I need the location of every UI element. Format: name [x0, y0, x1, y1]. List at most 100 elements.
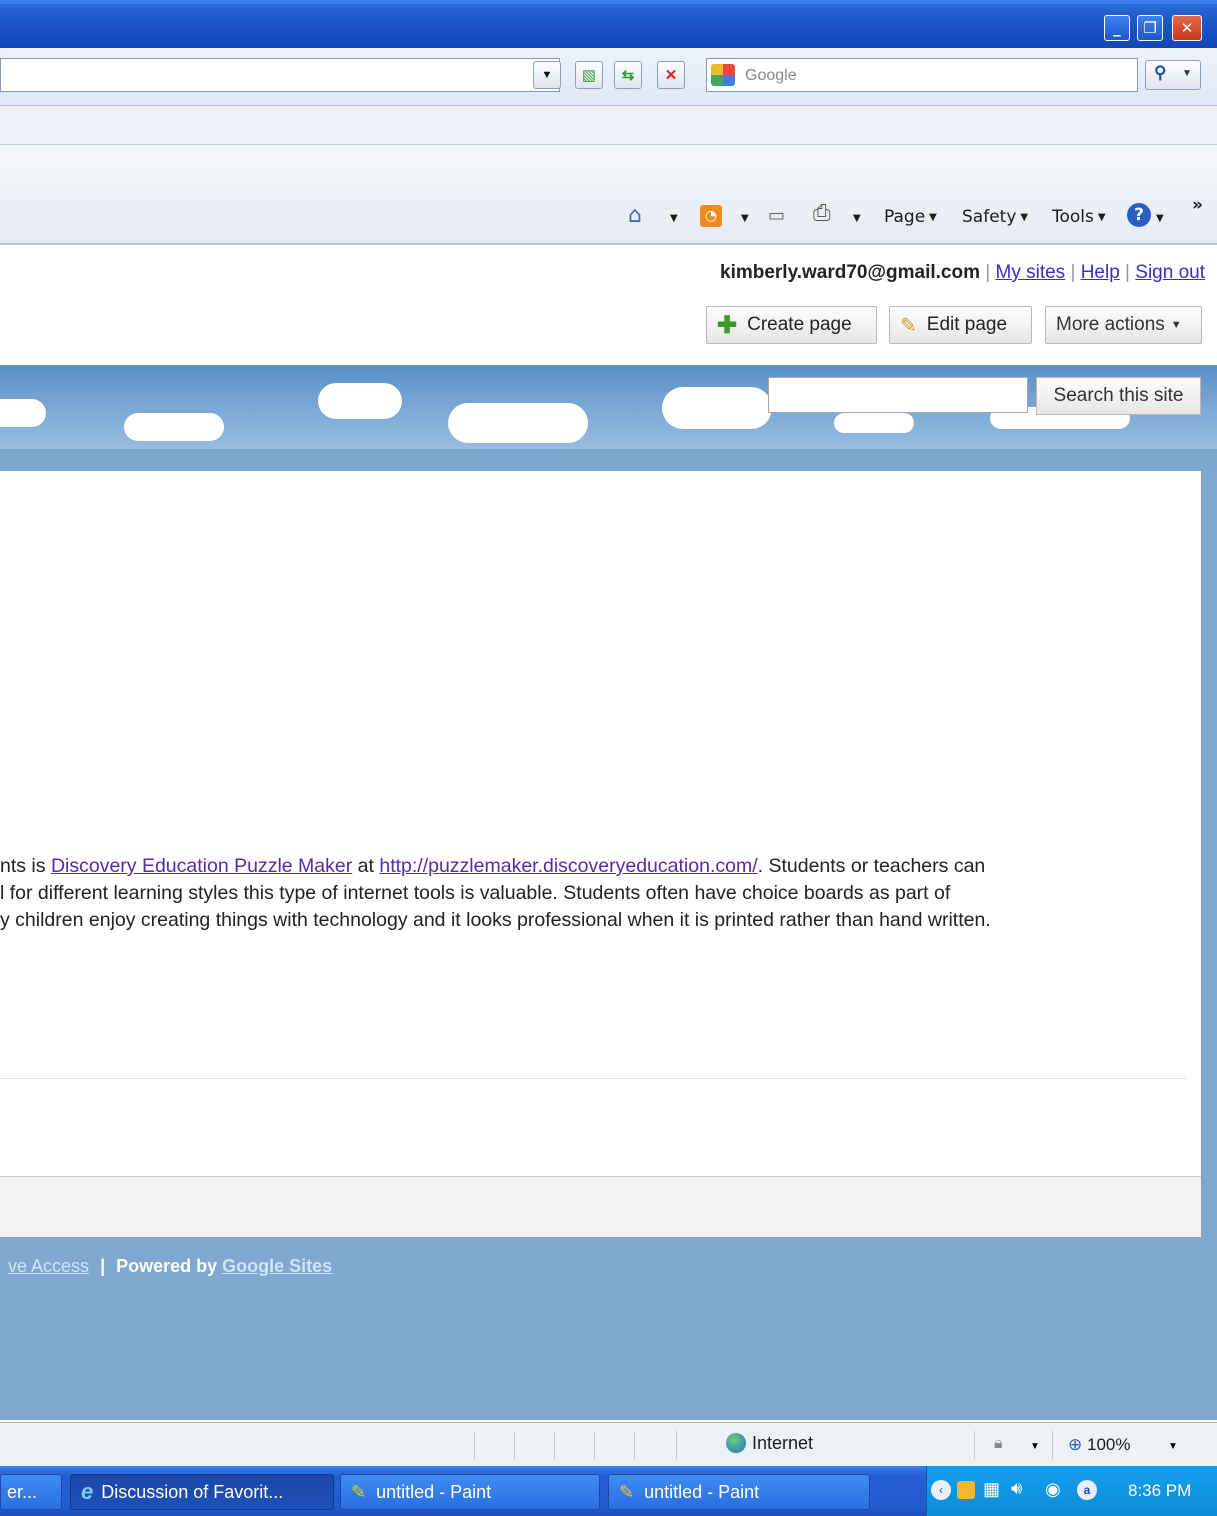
google-icon	[711, 64, 735, 86]
content-divider	[0, 1078, 1186, 1079]
separator: |	[100, 1256, 106, 1276]
separator: |	[1070, 262, 1076, 283]
edit-page-button[interactable]: ✎ Edit page	[889, 306, 1032, 344]
command-bar: ⌂ ▼ ◔ ▼ ▭ ⎙ ▼ Page ▼ Safety ▼ Tools ▼ ? ▼ »	[0, 145, 1217, 245]
restore-button[interactable]: ❐	[1137, 15, 1163, 41]
sign-out-link[interactable]: Sign out	[1135, 262, 1205, 283]
status-separator	[974, 1431, 975, 1459]
user-email: kimberly.ward70@gmail.com	[720, 262, 980, 283]
status-separator	[676, 1431, 677, 1459]
taskbar-item-label: er...	[7, 1481, 38, 1502]
google-sites-link[interactable]: Google Sites	[222, 1256, 332, 1276]
page-content: nts is Discovery Education Puzzle Maker …	[0, 471, 1202, 1237]
content-text: nts is	[0, 855, 51, 877]
more-actions-label: More actions	[1056, 314, 1165, 335]
chevron-down-icon: ▼	[1182, 68, 1192, 79]
search-placeholder: Google	[745, 67, 797, 84]
taskbar-item-label: untitled - Paint	[644, 1481, 760, 1502]
status-separator	[634, 1431, 635, 1459]
content-line: nts is Discovery Education Puzzle Maker …	[0, 855, 985, 878]
security-zone: Internet	[726, 1433, 813, 1454]
taskbar: er... e Discussion of Favorit... ✎ untit…	[0, 1466, 1217, 1516]
home-icon[interactable]: ⌂	[628, 203, 642, 228]
zoom-level[interactable]: ⊕ 100%	[1068, 1435, 1130, 1455]
close-button[interactable]: ✕	[1172, 15, 1202, 41]
protected-mode-icon[interactable]: 🔒︎	[994, 1435, 1003, 1453]
cloud-decoration	[448, 403, 588, 443]
protected-mode-dropdown-icon[interactable]: ▼	[1030, 1441, 1040, 1452]
header-wave	[0, 449, 1217, 471]
zoom-dropdown-icon[interactable]: ▼	[1168, 1441, 1178, 1452]
home-dropdown-icon[interactable]: ▼	[670, 213, 678, 224]
chevron-down-icon: ▼	[541, 69, 553, 81]
page-menu[interactable]: Page ▼	[884, 207, 937, 227]
tools-menu-label: Tools	[1052, 207, 1094, 227]
print-icon[interactable]: ⎙	[813, 201, 831, 226]
status-separator	[554, 1431, 555, 1459]
toolbar-overflow-chevron[interactable]: »	[1192, 195, 1203, 215]
plus-icon: ✚	[717, 311, 738, 339]
zoom-icon: ⊕	[1068, 1435, 1083, 1454]
create-page-label: Create page	[747, 314, 852, 335]
cloud-decoration	[0, 399, 46, 427]
content-text: at	[352, 855, 380, 877]
address-bar-row: ▼ ▧ ⇆ ✕ Google ⚲ ▼	[0, 48, 1217, 106]
compatibility-icon: ▧	[581, 67, 597, 84]
paint-icon: ✎	[619, 1481, 635, 1502]
rss-feed-icon[interactable]: ◔	[700, 205, 722, 227]
minimize-button[interactable]: _	[1104, 15, 1130, 41]
status-separator	[594, 1431, 595, 1459]
status-separator	[514, 1431, 515, 1459]
site-search-input[interactable]	[768, 377, 1028, 413]
feeds-dropdown-icon[interactable]: ▼	[741, 213, 749, 224]
refresh-button[interactable]: ⇆	[614, 61, 642, 89]
help-link[interactable]: Help	[1081, 262, 1120, 283]
help-dropdown-icon[interactable]: ▼	[1156, 213, 1164, 224]
address-dropdown-button[interactable]: ▼	[533, 61, 561, 89]
safety-menu[interactable]: Safety ▼	[962, 207, 1028, 227]
more-actions-button[interactable]: More actions ▼	[1045, 306, 1202, 344]
network-icon[interactable]: ▦	[983, 1479, 1000, 1500]
taskbar-item[interactable]: ✎ untitled - Paint	[608, 1474, 870, 1510]
my-sites-link[interactable]: My sites	[996, 262, 1066, 283]
print-dropdown-icon[interactable]: ▼	[853, 213, 861, 224]
taskbar-item-active[interactable]: e Discussion of Favorit...	[70, 1474, 334, 1510]
help-icon[interactable]: ?	[1127, 203, 1151, 227]
tools-menu[interactable]: Tools ▼	[1052, 207, 1106, 227]
puzzle-maker-link[interactable]: Discovery Education Puzzle Maker	[51, 855, 352, 877]
search-input[interactable]: Google	[706, 58, 1138, 92]
mail-icon[interactable]: ▭	[768, 205, 785, 226]
chevron-down-icon: ▼	[1170, 319, 1182, 331]
tray-status-icon[interactable]: ◉	[1045, 1479, 1061, 1500]
address-input[interactable]	[0, 58, 560, 92]
compatibility-view-button[interactable]: ▧	[575, 61, 603, 89]
taskbar-item[interactable]: er...	[0, 1474, 62, 1510]
stop-button[interactable]: ✕	[657, 61, 685, 89]
stop-icon: ✕	[664, 67, 678, 84]
separator: |	[985, 262, 991, 283]
powered-by-text: Powered by	[116, 1256, 218, 1276]
status-separator	[1052, 1431, 1053, 1459]
tray-app-icon[interactable]	[957, 1481, 975, 1499]
tray-collapse-icon[interactable]: ‹	[931, 1480, 951, 1500]
access-link[interactable]: ve Access	[8, 1256, 89, 1276]
edit-page-label: Edit page	[926, 314, 1008, 335]
search-this-site-button[interactable]: Search this site	[1036, 377, 1201, 415]
taskbar-item[interactable]: ✎ untitled - Paint	[340, 1474, 600, 1510]
paint-icon: ✎	[351, 1481, 367, 1502]
ie-icon: e	[81, 1479, 94, 1504]
taskbar-item-label: Discussion of Favorit...	[101, 1481, 284, 1502]
status-bar: Internet 🔒︎ ▼ ⊕ 100% ▼	[0, 1422, 1217, 1467]
window-title-bar: _ ❐ ✕	[0, 0, 1217, 48]
favorites-bar	[0, 106, 1217, 145]
create-page-button[interactable]: ✚ Create page	[706, 306, 877, 344]
content-line: y children enjoy creating things with te…	[0, 909, 991, 931]
safety-menu-label: Safety	[962, 207, 1017, 227]
search-button[interactable]: ⚲ ▼	[1145, 60, 1201, 90]
update-icon[interactable]: a	[1077, 1480, 1097, 1500]
web-page: kimberly.ward70@gmail.com | My sites | H…	[0, 248, 1217, 1420]
clock[interactable]: 8:36 PM	[1128, 1481, 1191, 1501]
volume-icon[interactable]: 🔊︎	[1011, 1478, 1022, 1499]
user-bar: kimberly.ward70@gmail.com | My sites | H…	[720, 262, 1205, 284]
puzzlemaker-url-link[interactable]: http://puzzlemaker.discoveryeducation.co…	[379, 855, 757, 877]
